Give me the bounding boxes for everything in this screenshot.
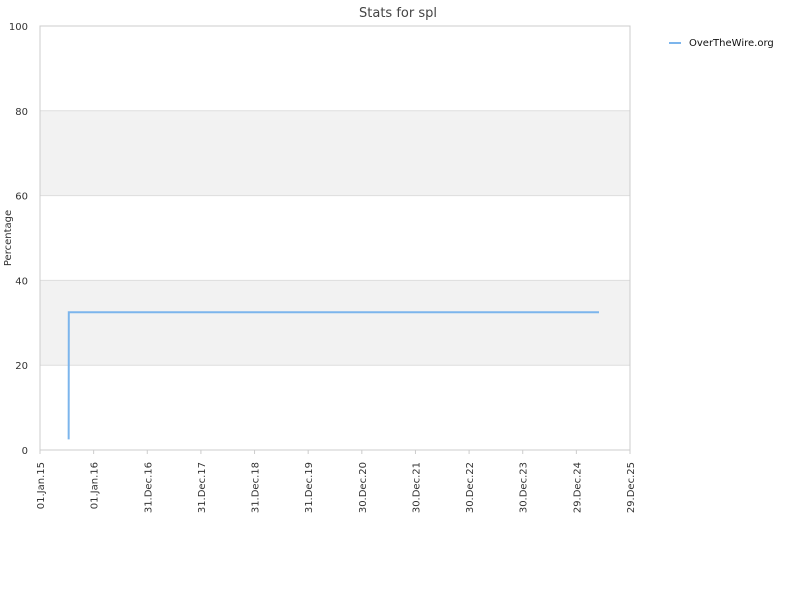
- plot-bands: [40, 110, 630, 366]
- legend-item[interactable]: OverTheWire.org: [669, 38, 774, 49]
- x-tick-label: 30.Dec.20: [358, 462, 369, 513]
- y-tick-label: 100: [9, 22, 28, 33]
- x-axis-ticks: 01.Jan.15 01.Jan.16 31.Dec.16 31.Dec.17 31.D…: [36, 450, 637, 513]
- x-tick-label: 29.Dec.25: [626, 462, 637, 513]
- x-tick-label: 01.Jan.15: [36, 462, 47, 509]
- y-tick-label: 20: [15, 361, 28, 372]
- stats-chart: 0 20 40 60 80 100 01.Jan.15 01.Jan.16 31.Dec.16…: [3, 6, 774, 513]
- y-tick-label: 80: [15, 107, 28, 118]
- x-tick-label: 30.Dec.23: [519, 462, 530, 513]
- legend[interactable]: OverTheWire.org: [669, 38, 774, 49]
- gridlines: [40, 25, 630, 451]
- x-tick-label: 30.Dec.21: [411, 462, 422, 513]
- x-tick-label: 30.Dec.22: [465, 462, 476, 513]
- y-tick-label: 0: [22, 446, 28, 457]
- x-tick-label: 31.Dec.19: [304, 462, 315, 513]
- y-axis-label: Percentage: [3, 210, 14, 266]
- legend-label: OverTheWire.org: [689, 38, 774, 49]
- x-tick-label: 01.Jan.16: [90, 462, 101, 509]
- plot-band: [40, 110, 630, 196]
- x-tick-label: 31.Dec.18: [251, 462, 262, 513]
- y-tick-label: 60: [15, 192, 28, 203]
- x-tick-label: 31.Dec.17: [197, 462, 208, 513]
- y-tick-label: 40: [15, 276, 28, 287]
- x-tick-label: 31.Dec.16: [143, 462, 154, 513]
- chart-title: Stats for spl: [359, 6, 437, 21]
- plot-area-border: [39, 25, 631, 451]
- plot-band: [40, 280, 630, 366]
- x-tick-label: 29.Dec.24: [572, 462, 583, 513]
